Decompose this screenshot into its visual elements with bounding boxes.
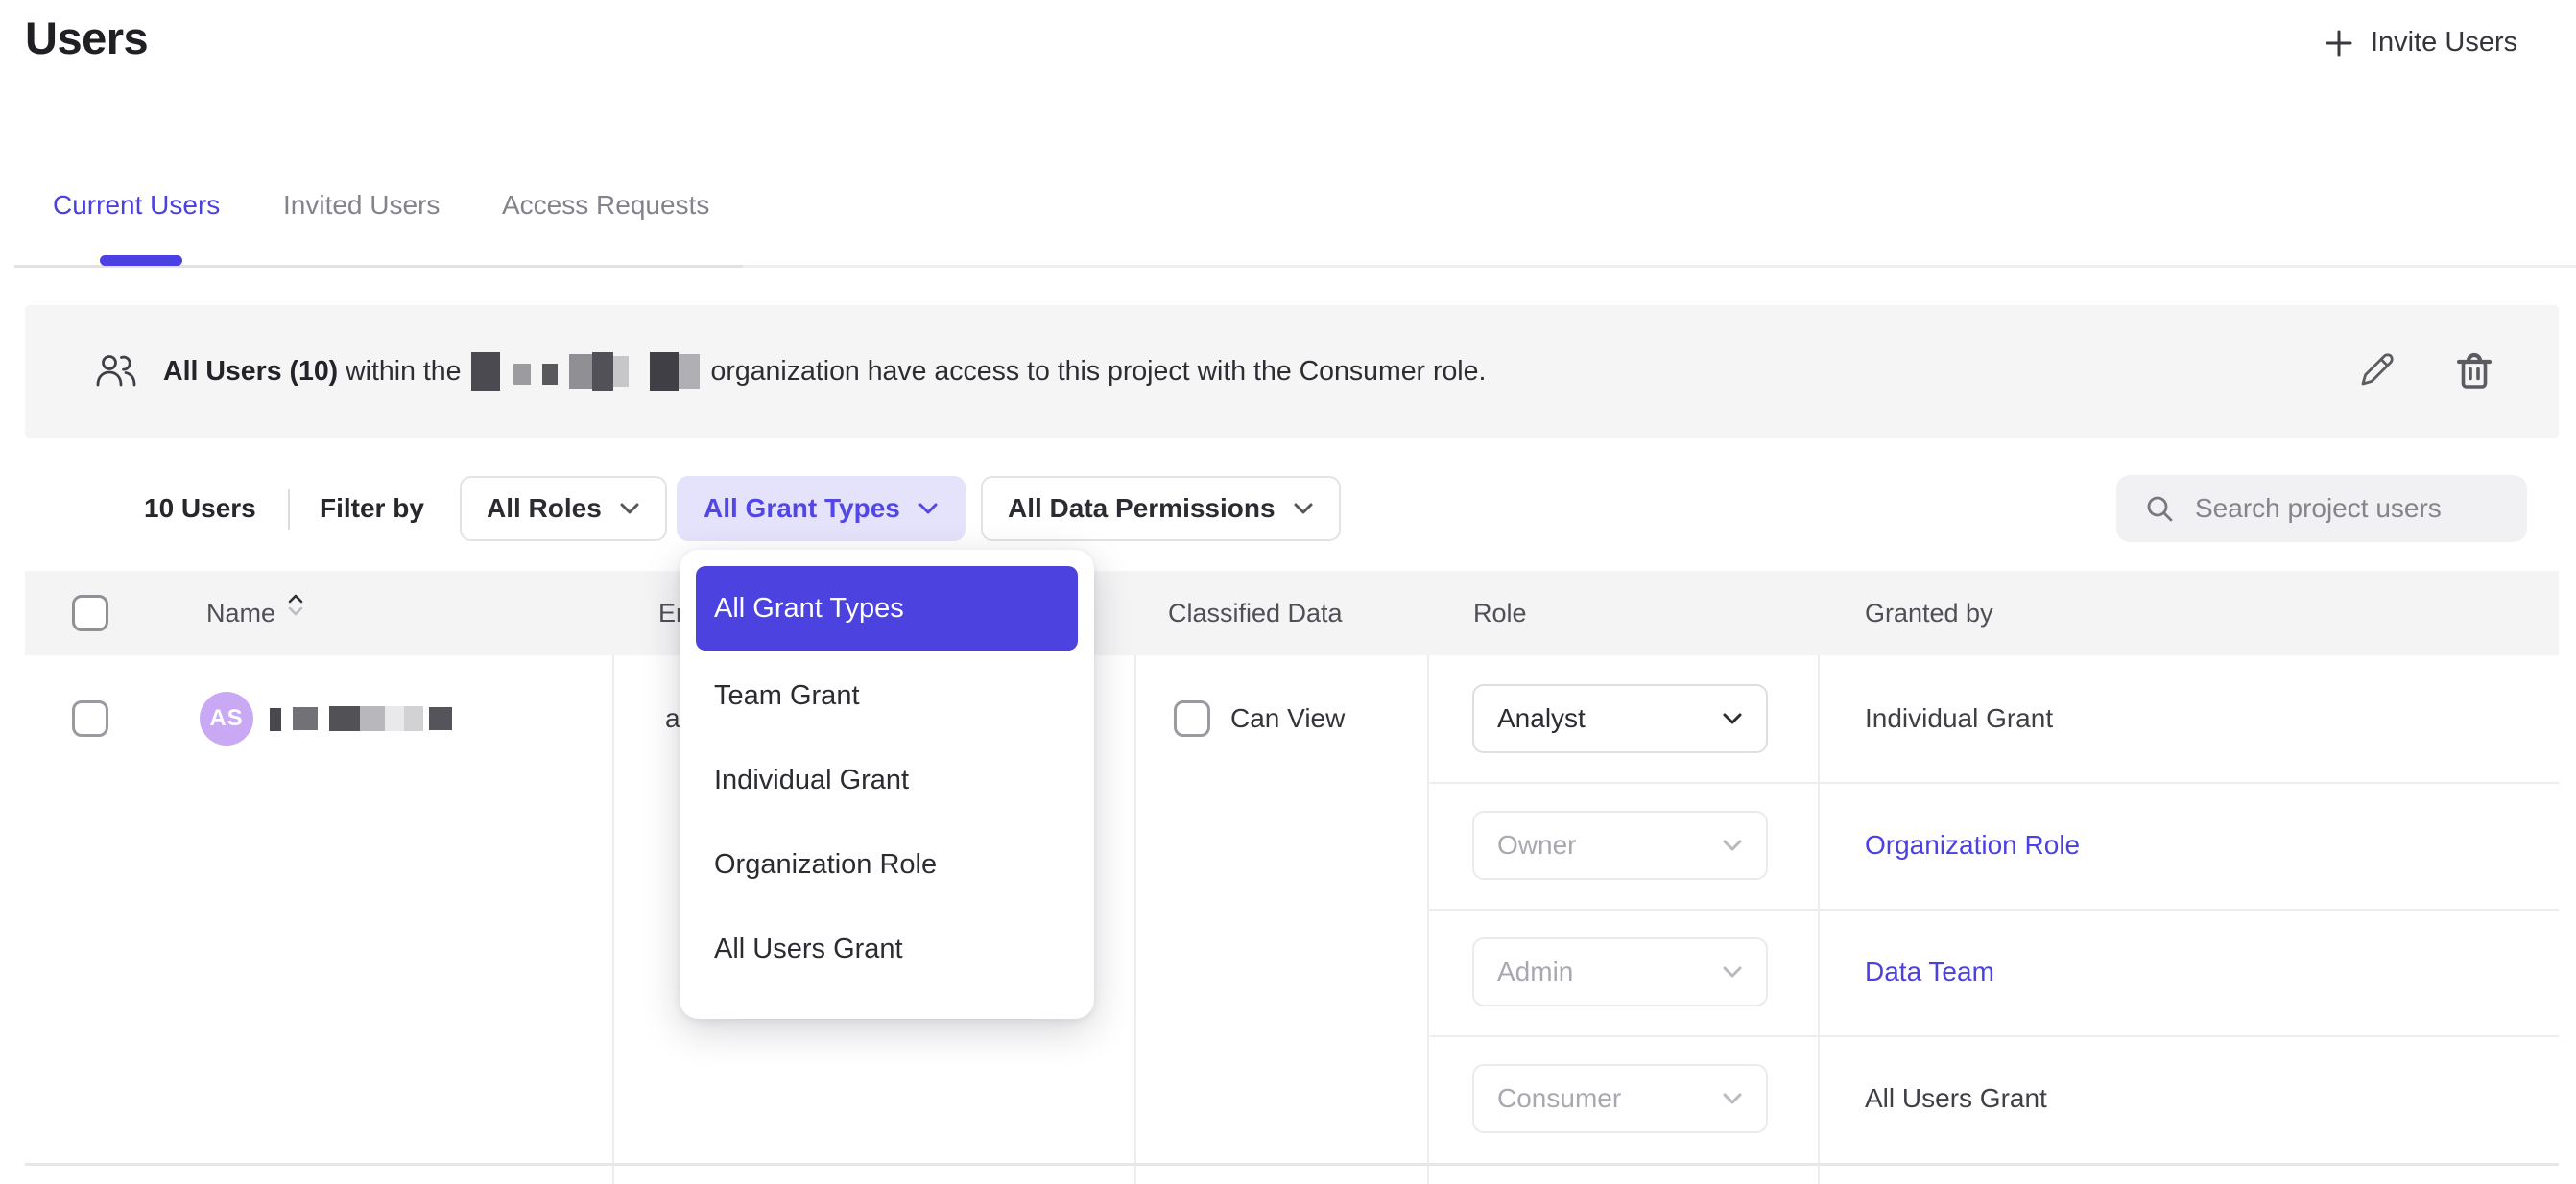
- column-name[interactable]: Name: [206, 571, 275, 655]
- column-granted-by: Granted by: [1865, 571, 1993, 655]
- all-roles-filter[interactable]: All Roles: [460, 476, 667, 541]
- can-view-checkbox[interactable]: [1174, 700, 1210, 737]
- dropdown-item-organization-role[interactable]: Organization Role: [680, 822, 1094, 907]
- select-all-checkbox[interactable]: [72, 595, 108, 631]
- chevron-down-icon: [619, 502, 640, 515]
- role-select-value: Admin: [1497, 957, 1573, 987]
- search-icon: [2145, 494, 2174, 523]
- chevron-down-icon: [918, 502, 939, 515]
- role-select-admin: Admin: [1472, 937, 1768, 1006]
- all-grant-types-filter[interactable]: All Grant Types: [677, 476, 966, 541]
- chevron-down-icon: [1722, 1092, 1743, 1105]
- table-header: Name Email Classified Data Role Granted …: [25, 571, 2559, 655]
- delete-icon[interactable]: [2455, 351, 2493, 396]
- banner-text: All Users (10) within the organization h…: [163, 352, 1486, 391]
- all-grant-types-label: All Grant Types: [704, 493, 900, 524]
- user-count: 10 Users: [144, 476, 256, 541]
- sort-icon[interactable]: [288, 594, 303, 616]
- filter-by-label: Filter by: [320, 476, 424, 541]
- filter-divider: [288, 489, 290, 530]
- users-page: Users Invite Users Current Users Invited…: [0, 0, 2576, 1184]
- granted-by-data-team-link[interactable]: Data Team: [1865, 909, 1994, 1035]
- column-divider: [612, 655, 614, 1184]
- dropdown-item-all-grant-types[interactable]: All Grant Types: [696, 566, 1078, 651]
- banner-end: organization have access to this project…: [711, 356, 1487, 388]
- page-title: Users: [25, 12, 148, 64]
- chevron-down-icon: [1293, 502, 1314, 515]
- column-divider: [1134, 655, 1136, 1184]
- role-select-value: Consumer: [1497, 1083, 1621, 1114]
- redacted-org-name: [471, 352, 702, 391]
- all-users-banner: All Users (10) within the organization h…: [25, 305, 2559, 438]
- row-checkbox[interactable]: [72, 700, 108, 737]
- chevron-down-icon: [1722, 839, 1743, 852]
- dropdown-item-team-grant[interactable]: Team Grant: [680, 653, 1094, 738]
- plus-icon: [2324, 28, 2354, 59]
- all-data-permissions-label: All Data Permissions: [1008, 493, 1276, 524]
- search-input[interactable]: [2195, 493, 2502, 524]
- tab-current-users[interactable]: Current Users: [53, 190, 220, 221]
- tab-bar-border-extension: [743, 265, 2576, 268]
- column-classified-data: Classified Data: [1168, 571, 1343, 655]
- user-email: a: [665, 655, 680, 782]
- all-data-permissions-filter[interactable]: All Data Permissions: [981, 476, 1341, 541]
- edit-icon[interactable]: [2355, 347, 2399, 396]
- all-roles-label: All Roles: [487, 493, 602, 524]
- tab-access-requests[interactable]: Access Requests: [502, 190, 709, 221]
- granted-by-organization-role-link[interactable]: Organization Role: [1865, 782, 2080, 909]
- search-project-users[interactable]: [2116, 475, 2527, 542]
- chevron-down-icon: [1722, 712, 1743, 725]
- granted-by-all-users-grant: All Users Grant: [1865, 1035, 2047, 1162]
- role-select-analyst[interactable]: Analyst: [1472, 684, 1768, 753]
- users-group-icon: [94, 352, 138, 391]
- granted-by-individual-grant: Individual Grant: [1865, 655, 2053, 782]
- role-select-owner: Owner: [1472, 811, 1768, 880]
- column-divider: [1818, 655, 1820, 1184]
- dropdown-item-all-users-grant[interactable]: All Users Grant: [680, 907, 1094, 991]
- column-role: Role: [1473, 571, 1527, 655]
- table-row: AS a Can View Analyst Owner Admin: [25, 655, 2559, 1184]
- banner-emphasis: All Users (10): [163, 356, 338, 388]
- chevron-down-icon: [1722, 965, 1743, 979]
- banner-middle: within the: [346, 356, 461, 388]
- role-select-value: Owner: [1497, 830, 1576, 861]
- invite-users-button[interactable]: Invite Users: [2324, 27, 2517, 59]
- role-select-consumer: Consumer: [1472, 1064, 1768, 1133]
- column-divider: [1427, 655, 1429, 1184]
- tab-invited-users[interactable]: Invited Users: [283, 190, 440, 221]
- redacted-user-name: [270, 706, 454, 731]
- row-divider: [25, 1163, 2559, 1166]
- active-tab-indicator: [100, 255, 182, 266]
- avatar: AS: [200, 692, 253, 746]
- dropdown-item-individual-grant[interactable]: Individual Grant: [680, 738, 1094, 822]
- can-view-label: Can View: [1230, 655, 1345, 782]
- invite-users-label: Invite Users: [2371, 27, 2517, 59]
- role-select-value: Analyst: [1497, 703, 1586, 734]
- grant-types-dropdown-menu: All Grant Types Team Grant Individual Gr…: [680, 550, 1094, 1019]
